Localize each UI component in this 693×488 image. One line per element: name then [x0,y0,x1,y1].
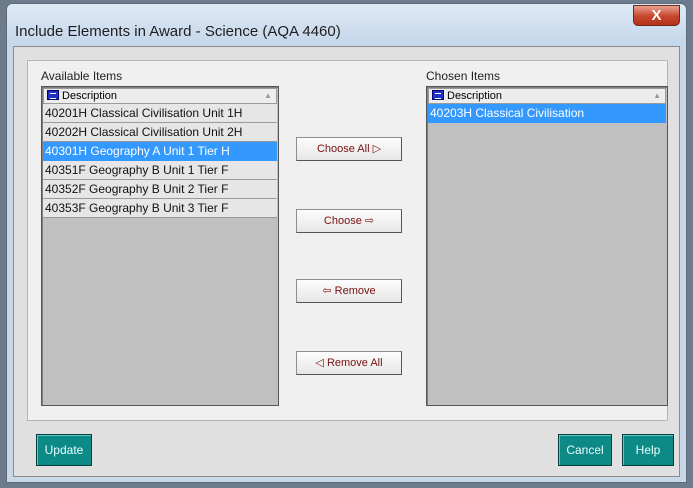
dialog-window: Include Elements in Award - Science (AQA… [6,3,687,483]
list-item[interactable]: 40351F Geography B Unit 1 Tier F [43,161,277,180]
column-icon [47,90,59,100]
arrow-right-icon: ⇨ [364,215,375,227]
help-label: Help [635,443,661,457]
update-button[interactable]: Update [36,434,92,466]
list-item[interactable]: 40352F Geography B Unit 2 Tier F [43,180,277,199]
list-item[interactable]: 40301H Geography A Unit 1 Tier H [43,142,277,161]
column-icon [432,90,444,100]
arrow-left-icon: ⇦ [322,285,332,297]
list-item[interactable]: 40353F Geography B Unit 3 Tier F [43,199,277,218]
choose-all-label: Choose All [316,143,370,155]
arrow-right-double-icon: ▷ [372,143,382,155]
window-title: Include Elements in Award - Science (AQA… [15,23,341,40]
available-column-header[interactable]: Description ▲ [43,88,277,104]
list-item[interactable]: 40202H Classical Civilisation Unit 2H [43,123,277,142]
dialog-client-area: Available Items Description ▲ 40201H Cla… [13,46,680,477]
chosen-column-header[interactable]: Description ▲ [428,88,666,104]
available-rows: 40201H Classical Civilisation Unit 1H 402… [42,104,278,218]
available-items-list[interactable]: Description ▲ 40201H Classical Civilisat… [41,86,279,406]
cancel-button[interactable]: Cancel [558,434,612,466]
chosen-items-label: Chosen Items [426,69,501,83]
sort-arrow-icon: ▲ [264,91,272,100]
remove-label: Remove [334,285,376,297]
choose-button[interactable]: Choose ⇨ [296,209,402,233]
remove-button[interactable]: ⇦ Remove [296,279,402,303]
choose-all-button[interactable]: Choose All ▷ [296,137,402,161]
chosen-rows: 40203H Classical Civilisation [427,104,667,123]
remove-all-label: Remove All [326,357,383,369]
chosen-column-header-label: Description [447,90,503,102]
available-items-label: Available Items [41,69,123,83]
remove-all-button[interactable]: ◁ Remove All [296,351,402,375]
items-panel: Available Items Description ▲ 40201H Cla… [27,60,668,421]
arrow-left-double-icon: ◁ [315,357,324,369]
list-item[interactable]: 40201H Classical Civilisation Unit 1H [43,104,277,123]
available-column-header-label: Description [62,90,118,102]
close-button[interactable]: X [633,5,680,26]
close-icon: X [651,7,662,24]
list-item[interactable]: 40203H Classical Civilisation [428,104,666,123]
update-label: Update [44,443,84,457]
chosen-items-list[interactable]: Description ▲ 40203H Classical Civilisat… [426,86,668,406]
cancel-label: Cancel [566,443,604,457]
help-button[interactable]: Help [622,434,674,466]
sort-arrow-icon: ▲ [653,91,661,100]
title-bar[interactable]: Include Elements in Award - Science (AQA… [7,4,686,46]
choose-label: Choose [323,215,362,227]
